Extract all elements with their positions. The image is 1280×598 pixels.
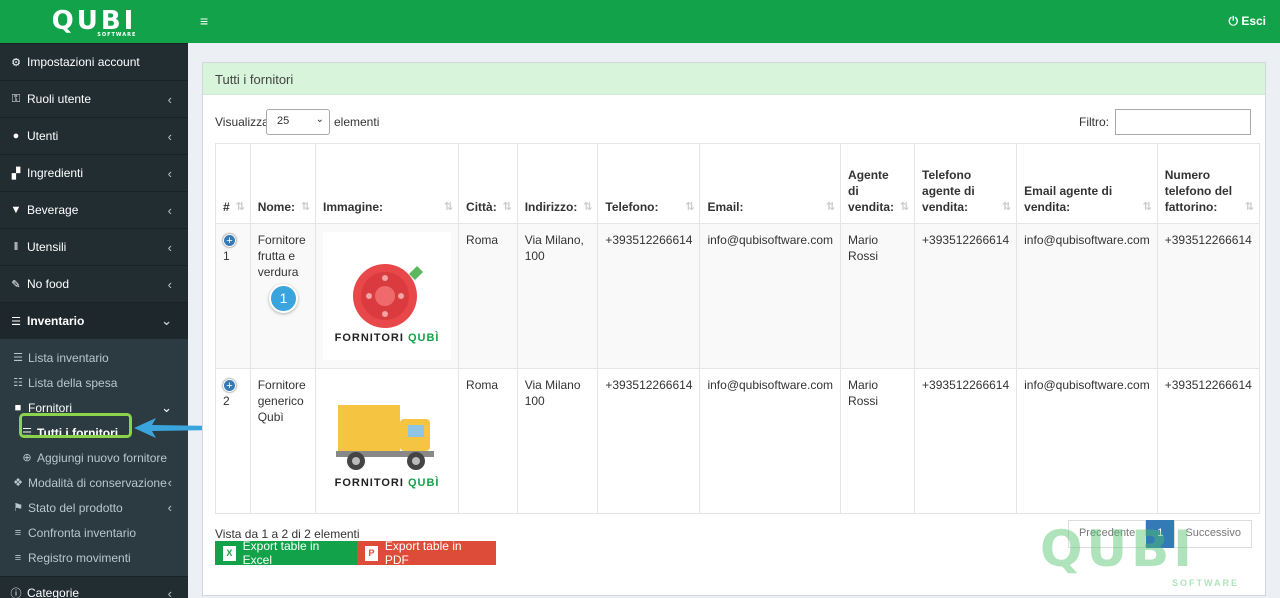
file-pdf-icon: P [365, 545, 378, 561]
sidebar-item-categorie[interactable]: ⓘ Categorie ‹ [0, 576, 188, 598]
column-header-name[interactable]: Nome: ⇅ [249, 143, 317, 224]
sidebar-item-confronta[interactable]: ≡ Confronta inventario [0, 520, 188, 545]
list-icon: ☰ [13, 352, 23, 364]
truck-icon: ■ [14, 401, 22, 414]
column-header-address[interactable]: Indirizzo: ⇅ [516, 143, 599, 224]
filter-icon: ▼ [10, 204, 22, 216]
chevron-down-icon: ⌄ [161, 313, 172, 328]
supplier-image-truck: FORNITORI QUBÌ [323, 377, 452, 505]
expand-row-icon[interactable]: + [223, 234, 236, 247]
sort-icon: ⇅ [899, 201, 910, 213]
cubes-icon: ❖ [13, 477, 23, 489]
chevron-down-icon: ⌄ [315, 114, 324, 125]
sidebar-menu: ⚙ Impostazioni account ⚿ Ruoli utente ‹ ● Ut… [0, 43, 188, 598]
bars-icon: ≡ [14, 526, 22, 539]
sort-icon: ⇅ [502, 201, 512, 213]
chevron-left-icon: ‹ [167, 165, 172, 181]
sort-asc-icon: ⇅ [235, 201, 245, 213]
info-circle-icon: ⓘ [10, 588, 22, 598]
chevron-left-icon: ‹ [167, 91, 172, 107]
hamburger-icon[interactable]: ≡ [200, 13, 208, 29]
logout-button[interactable]: ⏻ Esci [1228, 14, 1266, 29]
user-icon: ● [12, 130, 20, 142]
column-header-agent-email[interactable]: Email agente di vendita: ⇅ [1016, 143, 1158, 224]
bars-icon: ≡ [14, 551, 22, 564]
sort-icon: ⇅ [1142, 201, 1152, 213]
sidebar-item-registro[interactable]: ≡ Registro movimenti [0, 545, 188, 570]
topbar: ≡ ⏻ Esci [188, 0, 1280, 43]
table-header-row: # ⇅ Nome: ⇅ Immagine: ⇅ Città: ⇅ Indirizzo: ⇅… [215, 143, 1260, 224]
sidebar-item-lista-inventario[interactable]: ☰ Lista inventario [0, 345, 188, 370]
logo[interactable]: QUBI SOFTWARE [0, 0, 188, 43]
annotation-badge: 1 [269, 284, 298, 313]
suppliers-table: # ⇅ Nome: ⇅ Immagine: ⇅ Città: ⇅ Indirizzo: ⇅… [215, 143, 1260, 514]
column-header-id[interactable]: # ⇅ [215, 143, 251, 224]
chevron-left-icon: ‹ [167, 202, 172, 218]
qubi-watermark: QUBI SOFTWARE [1040, 520, 1239, 588]
supplier-image-tomato: FORNITORI QUBÌ [323, 232, 452, 360]
highlight-frame [19, 413, 132, 438]
chevron-left-icon: ‹ [167, 239, 172, 255]
chevron-down-icon: ⌄ [161, 399, 172, 415]
column-header-phone[interactable]: Telefono: ⇅ [597, 143, 701, 224]
file-excel-icon: X [223, 545, 236, 561]
export-excel-button[interactable]: X Export table in Excel [215, 539, 357, 567]
sort-icon: ⇅ [443, 201, 454, 213]
sidebar: QUBI SOFTWARE ⚙ Impostazioni account ⚿ Ruol… [0, 0, 188, 598]
sort-icon: ⇅ [1001, 201, 1012, 213]
inventario-submenu: ☰ Lista inventario ☷ Lista della spesa ■ Fo… [0, 339, 188, 576]
gear-icon: ⚙ [11, 56, 21, 69]
column-header-courier-phone[interactable]: Numero telefono del fattorino: ⇅ [1156, 143, 1260, 224]
sidebar-item-utensili[interactable]: ǁ Utensili ‹ [0, 228, 188, 265]
truck-icon [336, 405, 435, 470]
chevron-left-icon: ‹ [167, 128, 172, 144]
sort-icon: ⇅ [1244, 201, 1254, 213]
chevron-left-icon: ‹ [167, 500, 172, 515]
column-header-email[interactable]: Email: ⇅ [699, 143, 842, 224]
column-header-agent-phone[interactable]: Telefono agente di vendita: ⇅ [914, 143, 1018, 224]
expand-row-icon[interactable]: + [223, 379, 236, 392]
sidebar-item-nofood[interactable]: ✎ No food ‹ [0, 265, 188, 302]
sidebar-item-ingredienti[interactable]: ▞ Ingredienti ‹ [0, 154, 188, 191]
table-controls: Visualizza 25 ⌄ elementi Filtro: [215, 109, 1251, 135]
export-pdf-button[interactable]: P Export table in PDF [357, 539, 496, 567]
tomato-icon [353, 264, 424, 328]
list-icon: ☰ [11, 315, 21, 328]
power-icon: ⏻ [1228, 14, 1238, 28]
plus-circle-icon: ⊕ [22, 452, 32, 464]
sort-icon: ⇅ [300, 201, 311, 213]
sidebar-item-stato-prodotto[interactable]: ⚑ Stato del prodotto ‹ [0, 495, 188, 520]
list-check-icon: ☷ [13, 377, 23, 389]
sidebar-item-inventario[interactable]: ☰ Inventario ⌄ [0, 302, 188, 339]
column-header-image[interactable]: Immagine: ⇅ [315, 143, 460, 224]
sort-icon: ⇅ [685, 201, 695, 213]
show-label: Visualizza [215, 115, 269, 129]
supplier-name: Fornitore generico Qubì [249, 368, 317, 514]
sitemap-icon: ▞ [11, 167, 21, 180]
unlock-icon: ⚿ [11, 92, 21, 105]
wrench-icon: ✎ [11, 278, 21, 291]
sidebar-item-conservazione[interactable]: ❖ Modalità di conservazione ‹ [0, 470, 188, 495]
sidebar-item-impostazioni[interactable]: ⚙ Impostazioni account [0, 43, 188, 80]
chevron-left-icon: ‹ [167, 585, 172, 598]
sort-icon: ⇅ [583, 201, 593, 213]
sidebar-item-lista-spesa[interactable]: ☷ Lista della spesa [0, 370, 188, 395]
sidebar-item-aggiungi-fornitore[interactable]: ⊕ Aggiungi nuovo fornitore [0, 445, 188, 470]
page-size-select[interactable]: 25 ⌄ [266, 109, 330, 135]
sidebar-item-ruoli[interactable]: ⚿ Ruoli utente ‹ [0, 80, 188, 117]
filter-label: Filtro: [1079, 115, 1109, 129]
cutlery-icon: ǁ [13, 241, 19, 253]
column-header-city[interactable]: Città: ⇅ [458, 143, 518, 224]
chevron-left-icon: ‹ [167, 276, 172, 292]
chevron-left-icon: ‹ [167, 475, 172, 490]
flag-icon: ⚑ [13, 502, 23, 514]
box-title: Tutti i fornitori [203, 63, 1265, 95]
elements-label: elementi [334, 115, 380, 129]
column-header-agent[interactable]: Agente di vendita: ⇅ [840, 143, 916, 224]
sidebar-item-beverage[interactable]: ▼ Beverage ‹ [0, 191, 188, 228]
filter-input[interactable] [1115, 109, 1251, 135]
sort-icon: ⇅ [825, 201, 836, 213]
sidebar-item-utenti[interactable]: ● Utenti ‹ [0, 117, 188, 154]
table-row[interactable]: +1 Fornitore frutta e verdura FORNITORI … [215, 223, 1260, 369]
